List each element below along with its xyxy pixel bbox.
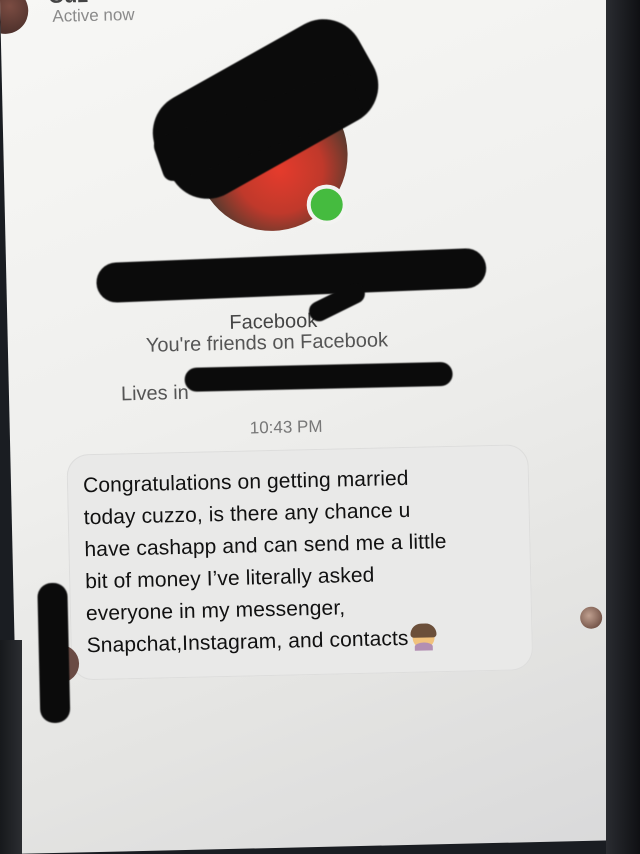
redaction-mark bbox=[95, 247, 487, 304]
header-avatar[interactable] bbox=[0, 0, 29, 35]
redaction-mark bbox=[184, 361, 453, 392]
online-status-dot-icon bbox=[306, 184, 348, 226]
message-bubble[interactable]: Congratulations on getting married today… bbox=[66, 444, 534, 681]
friends-status: You're friends on Facebook bbox=[145, 329, 389, 357]
message-text: Congratulations on getting married today… bbox=[82, 466, 447, 658]
messenger-screen: Cuz Active now Facebook You're friends o… bbox=[0, 0, 632, 854]
person-shrugging-emoji-icon bbox=[412, 626, 435, 649]
lives-in-label: Lives in bbox=[120, 381, 190, 406]
seen-receipt-avatar bbox=[579, 606, 603, 629]
device-bezel bbox=[606, 0, 640, 854]
message-timestamp: 10:43 PM bbox=[249, 416, 323, 438]
device-bezel bbox=[0, 640, 22, 854]
active-status: Active now bbox=[52, 4, 135, 26]
redaction-mark bbox=[37, 582, 71, 724]
